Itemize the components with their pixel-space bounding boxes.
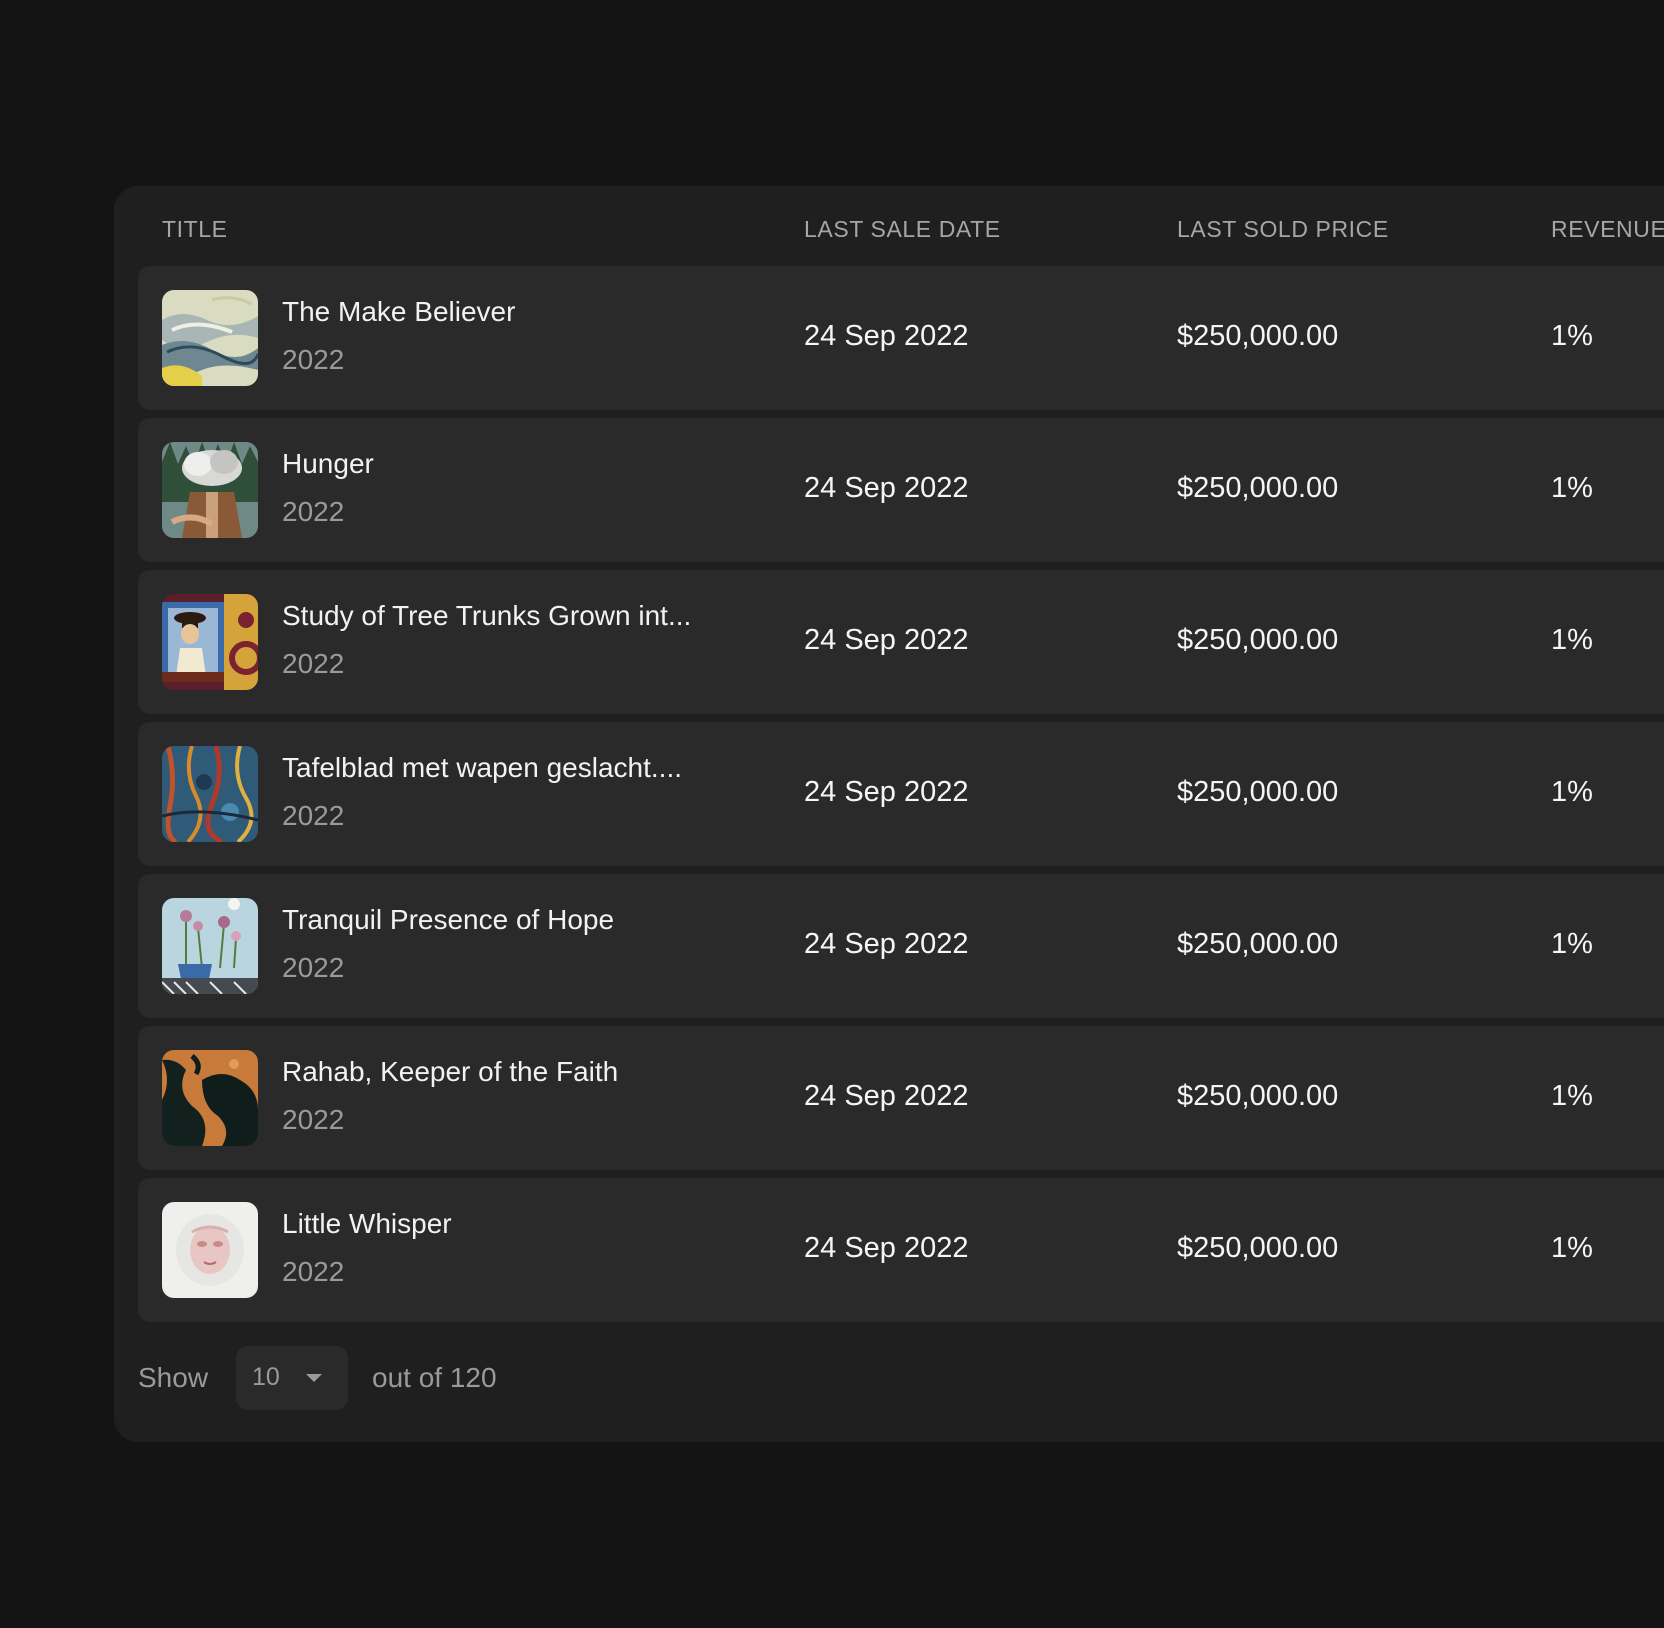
last-sold-price: $250,000.00 (1177, 776, 1339, 808)
artwork-thumbnail (162, 746, 258, 842)
table-header: TITLE LAST SALE DATE LAST SOLD PRICE REV… (114, 186, 1664, 266)
last-sale-date: 24 Sep 2022 (804, 1232, 969, 1264)
column-header-title[interactable]: TITLE (162, 216, 228, 243)
column-header-last-sold-price[interactable]: LAST SOLD PRICE (1177, 216, 1389, 243)
revenue-value: 1% (1551, 624, 1593, 656)
column-header-revenue[interactable]: REVENUE (1551, 216, 1664, 243)
revenue-value: 1% (1551, 320, 1593, 352)
artwork-title[interactable]: Little Whisper (282, 1208, 452, 1240)
artwork-title[interactable]: Study of Tree Trunks Grown int... (282, 600, 691, 632)
total-count-label: out of 120 (372, 1362, 497, 1393)
last-sold-price: $250,000.00 (1177, 1080, 1339, 1112)
last-sold-price: $250,000.00 (1177, 320, 1339, 352)
last-sold-price: $250,000.00 (1177, 928, 1339, 960)
artwork-title[interactable]: Hunger (282, 448, 374, 480)
last-sale-date: 24 Sep 2022 (804, 1080, 969, 1112)
page-size-value: 10 (252, 1363, 280, 1391)
last-sold-price: $250,000.00 (1177, 1232, 1339, 1264)
last-sale-date: 24 Sep 2022 (804, 928, 969, 960)
table-row[interactable]: Tafelblad met wapen geslacht.... 2022 24… (138, 722, 1664, 866)
last-sale-date: 24 Sep 2022 (804, 320, 969, 352)
revenue-value: 1% (1551, 928, 1593, 960)
last-sale-date: 24 Sep 2022 (804, 472, 969, 504)
revenue-value: 1% (1551, 776, 1593, 808)
artwork-title[interactable]: Tranquil Presence of Hope (282, 904, 614, 936)
revenue-value: 1% (1551, 472, 1593, 504)
table-row[interactable]: Rahab, Keeper of the Faith 2022 24 Sep 2… (138, 1026, 1664, 1170)
chevron-down-icon (306, 1374, 322, 1382)
table-row[interactable]: Tranquil Presence of Hope 2022 24 Sep 20… (138, 874, 1664, 1018)
artwork-title[interactable]: Tafelblad met wapen geslacht.... (282, 752, 682, 784)
artwork-year: 2022 (282, 1256, 345, 1287)
artwork-thumbnail (162, 898, 258, 994)
sales-table-panel: TITLE LAST SALE DATE LAST SOLD PRICE REV… (114, 186, 1664, 1442)
last-sold-price: $250,000.00 (1177, 624, 1339, 656)
artwork-thumbnail (162, 290, 258, 386)
artwork-thumbnail (162, 594, 258, 690)
artwork-year: 2022 (282, 1104, 345, 1135)
last-sale-date: 24 Sep 2022 (804, 624, 969, 656)
artwork-year: 2022 (282, 952, 345, 983)
show-label: Show (138, 1362, 209, 1393)
artwork-year: 2022 (282, 344, 345, 375)
artwork-thumbnail (162, 442, 258, 538)
last-sale-date: 24 Sep 2022 (804, 776, 969, 808)
column-header-last-sale-date[interactable]: LAST SALE DATE (804, 216, 1001, 243)
table-row[interactable]: The Make Believer 2022 24 Sep 2022 $250,… (138, 266, 1664, 410)
page-size-select[interactable]: 10 (236, 1346, 348, 1410)
artwork-year: 2022 (282, 648, 345, 679)
table-row[interactable]: Study of Tree Trunks Grown int... 2022 2… (138, 570, 1664, 714)
artwork-year: 2022 (282, 496, 345, 527)
artwork-thumbnail (162, 1202, 258, 1298)
table-row[interactable]: Little Whisper 2022 24 Sep 2022 $250,000… (138, 1178, 1664, 1322)
artwork-year: 2022 (282, 800, 345, 831)
table-row[interactable]: Hunger 2022 24 Sep 2022 $250,000.00 1% (138, 418, 1664, 562)
artwork-title[interactable]: Rahab, Keeper of the Faith (282, 1056, 618, 1088)
revenue-value: 1% (1551, 1080, 1593, 1112)
last-sold-price: $250,000.00 (1177, 472, 1339, 504)
revenue-value: 1% (1551, 1232, 1593, 1264)
artwork-thumbnail (162, 1050, 258, 1146)
artwork-title[interactable]: The Make Believer (282, 296, 515, 328)
